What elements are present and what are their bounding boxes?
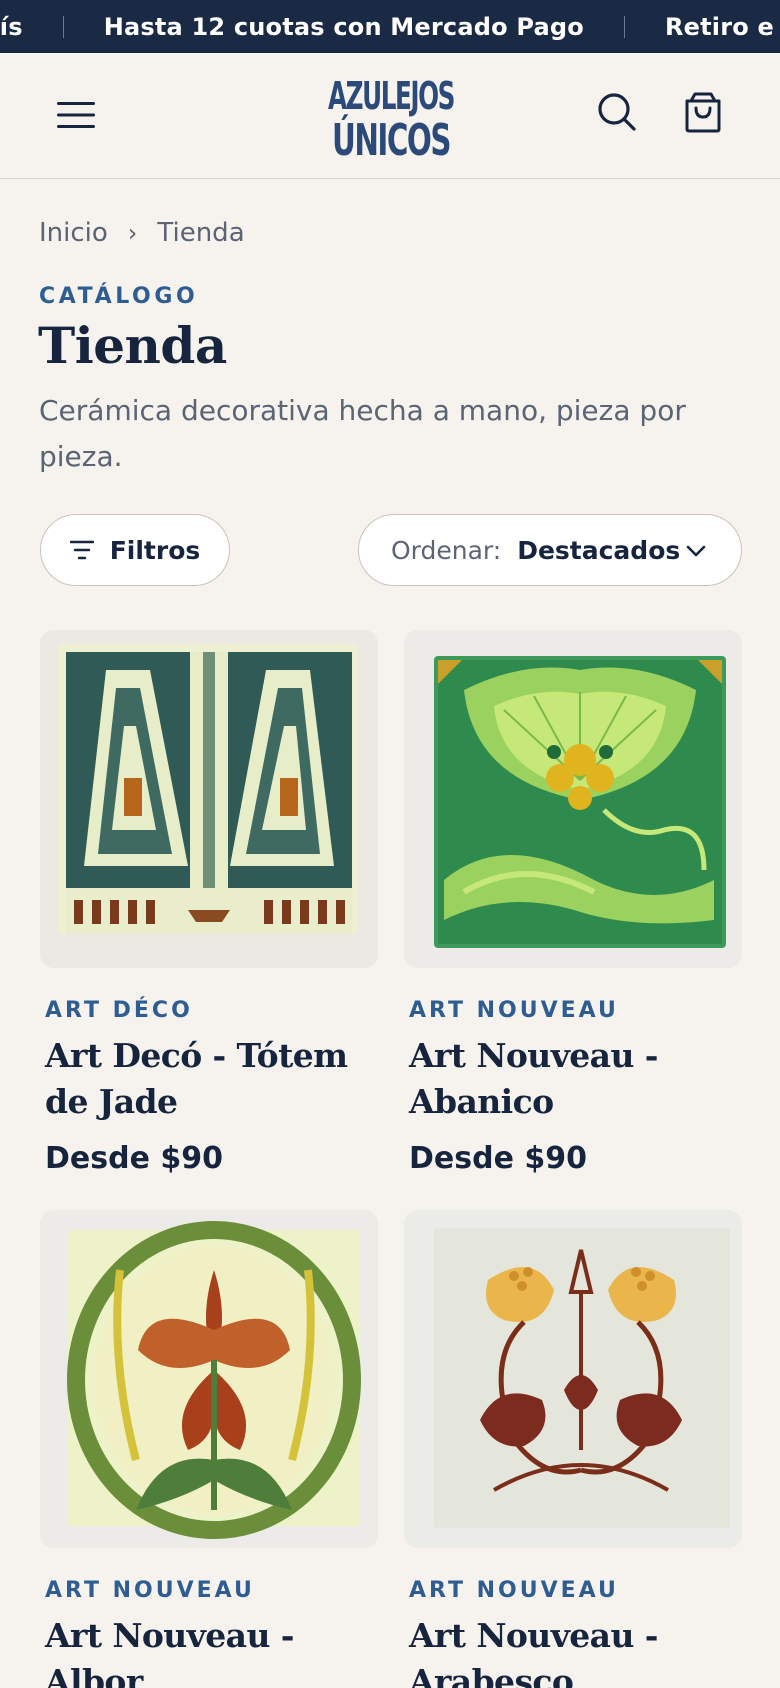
sort-value: Destacados <box>517 535 681 565</box>
announcement-bar: país Hasta 12 cuotas con Mercado Pago Re… <box>0 0 780 53</box>
product-price: Desde $90 <box>45 1141 223 1176</box>
filter-icon <box>69 540 94 560</box>
cart-button[interactable] <box>678 87 728 137</box>
brand-logo[interactable]: AZULEJOS ÚNICOS <box>318 71 464 166</box>
announcement-divider <box>62 15 64 38</box>
product-card[interactable]: ART DÉCO Art Decó - Tótem de Jade Desde … <box>40 630 378 1176</box>
announcement-item: país <box>0 12 23 41</box>
page-title: Tienda <box>38 316 227 375</box>
bag-icon <box>685 92 721 133</box>
site-header: AZULEJOS ÚNICOS <box>0 53 780 179</box>
logo-text-line2: ÚNICOS <box>332 113 450 161</box>
breadcrumb-current: Tienda <box>157 218 245 248</box>
search-button[interactable] <box>592 87 642 137</box>
logo-text-line1: AZULEJOS <box>328 74 454 118</box>
sort-label: Ordenar: <box>391 535 502 565</box>
product-category: ART NOUVEAU <box>409 1578 619 1603</box>
product-card[interactable]: ART NOUVEAU Art Nouveau - Arabesco <box>404 1210 742 1688</box>
menu-icon <box>57 102 95 128</box>
product-category: ART NOUVEAU <box>45 1578 255 1603</box>
search-icon <box>598 93 636 131</box>
announcement-item: Retiro e <box>664 12 774 41</box>
product-category: ART NOUVEAU <box>409 998 619 1023</box>
page-subtitle: Cerámica decorativa hecha a mano, pieza … <box>39 394 686 473</box>
product-price: Desde $90 <box>409 1141 587 1176</box>
announcement-divider <box>623 15 625 38</box>
product-card[interactable]: ART NOUVEAU Art Nouveau - Albor <box>40 1210 378 1688</box>
product-title[interactable]: Art Decó - Tótem de Jade <box>45 1033 378 1125</box>
breadcrumb-home-link[interactable]: Inicio <box>39 218 108 248</box>
product-image[interactable] <box>40 1210 378 1548</box>
filters-button[interactable]: Filtros <box>40 514 230 586</box>
breadcrumb: Inicio › Tienda <box>39 218 245 248</box>
product-card[interactable]: ART NOUVEAU Art Nouveau - Abanico Desde … <box>404 630 742 1176</box>
product-image[interactable] <box>40 630 378 968</box>
menu-button[interactable] <box>52 91 100 139</box>
product-title[interactable]: Art Nouveau - Arabesco <box>409 1613 742 1688</box>
product-category: ART DÉCO <box>45 998 193 1023</box>
product-image[interactable] <box>404 630 742 968</box>
announcement-item: Hasta 12 cuotas con Mercado Pago <box>103 12 584 41</box>
page-eyebrow: CATÁLOGO <box>39 284 199 309</box>
chevron-down-icon <box>686 545 706 557</box>
filters-label: Filtros <box>109 535 201 565</box>
product-title[interactable]: Art Nouveau - Abanico <box>409 1033 742 1125</box>
sort-select[interactable]: Ordenar: Destacados <box>358 514 742 586</box>
product-title[interactable]: Art Nouveau - Albor <box>45 1613 378 1688</box>
product-image[interactable] <box>404 1210 742 1548</box>
breadcrumb-separator: › <box>127 219 138 247</box>
